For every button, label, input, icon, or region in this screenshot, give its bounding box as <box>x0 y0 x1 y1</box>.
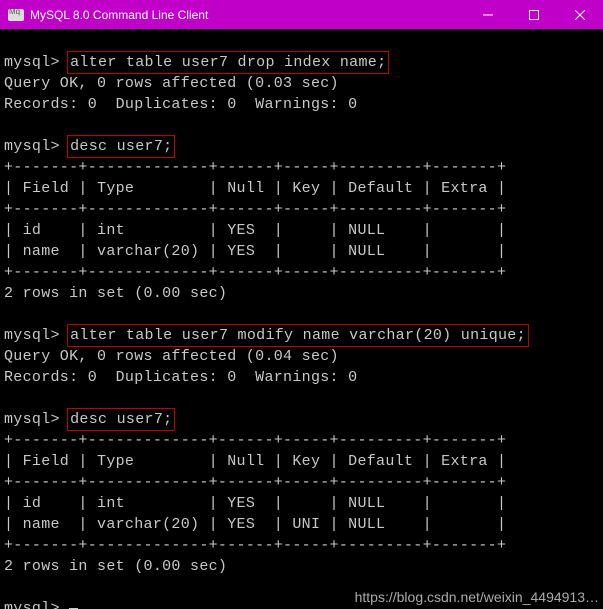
table-sep: +-------+-------------+------+-----+----… <box>4 157 599 178</box>
command-highlight: desc user7; <box>67 408 175 431</box>
table-sep: +-------+-------------+------+-----+----… <box>4 472 599 493</box>
prompt: mysql> <box>4 411 60 428</box>
table-row: | name | varchar(20) | YES | | NULL | | <box>4 241 599 262</box>
prompt: mysql> <box>4 138 60 155</box>
table-sep: +-------+-------------+------+-----+----… <box>4 535 599 556</box>
watermark: https://blog.csdn.net/weixin_4494913… <box>355 589 599 605</box>
table-sep: +-------+-------------+------+-----+----… <box>4 262 599 283</box>
table-header: | Field | Type | Null | Key | Default | … <box>4 178 599 199</box>
table-row: | id | int | YES | | NULL | | <box>4 220 599 241</box>
output-line: Records: 0 Duplicates: 0 Warnings: 0 <box>4 367 599 388</box>
window-title: MySQL 8.0 Command Line Client <box>30 8 465 22</box>
table-row: | name | varchar(20) | YES | UNI | NULL … <box>4 514 599 535</box>
output-line: Query OK, 0 rows affected (0.04 sec) <box>4 346 599 367</box>
prompt: mysql> <box>4 600 60 609</box>
app-icon <box>8 9 24 21</box>
prompt: mysql> <box>4 327 60 344</box>
table-sep: +-------+-------------+------+-----+----… <box>4 199 599 220</box>
table-header: | Field | Type | Null | Key | Default | … <box>4 451 599 472</box>
command-highlight: desc user7; <box>67 135 175 158</box>
output-line: Query OK, 0 rows affected (0.03 sec) <box>4 73 599 94</box>
output-line: 2 rows in set (0.00 sec) <box>4 283 599 304</box>
prompt: mysql> <box>4 54 60 71</box>
maximize-button[interactable] <box>511 0 557 29</box>
titlebar[interactable]: MySQL 8.0 Command Line Client <box>0 0 603 29</box>
terminal[interactable]: mysql> alter table user7 drop index name… <box>0 29 603 609</box>
minimize-button[interactable] <box>465 0 511 29</box>
close-button[interactable] <box>557 0 603 29</box>
table-sep: +-------+-------------+------+-----+----… <box>4 430 599 451</box>
command-highlight: alter table user7 modify name varchar(20… <box>67 324 529 347</box>
output-line: 2 rows in set (0.00 sec) <box>4 556 599 577</box>
command-highlight: alter table user7 drop index name; <box>67 51 389 74</box>
output-line: Records: 0 Duplicates: 0 Warnings: 0 <box>4 94 599 115</box>
table-row: | id | int | YES | | NULL | | <box>4 493 599 514</box>
